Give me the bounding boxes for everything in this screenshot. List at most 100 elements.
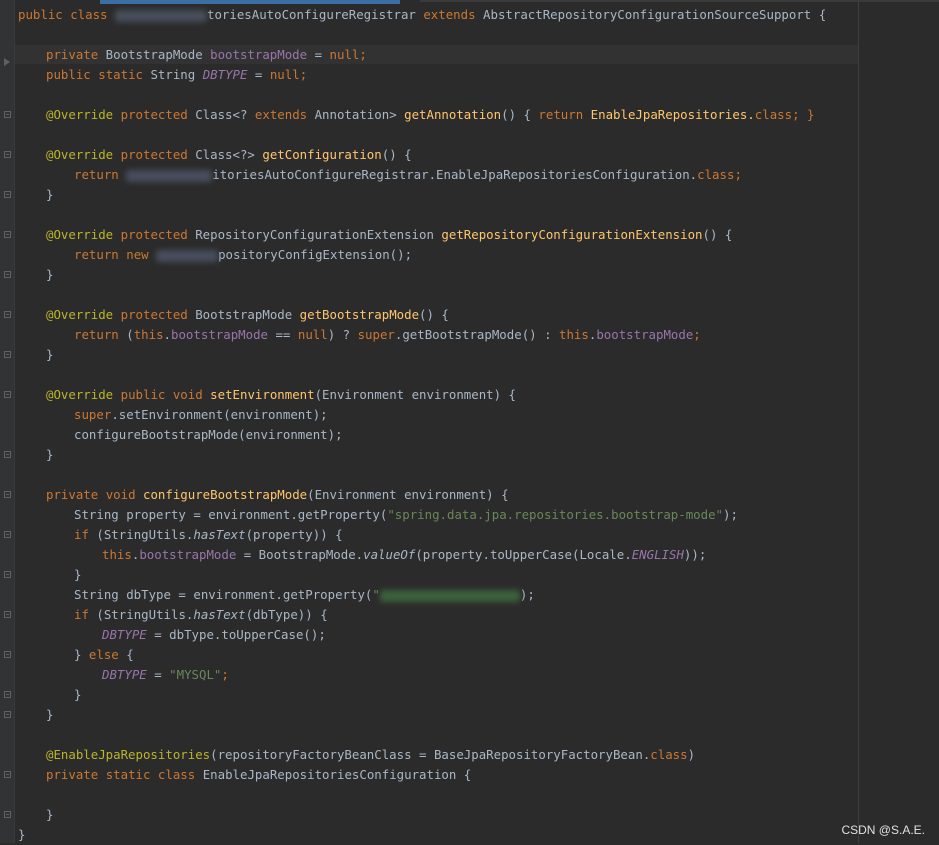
code-line[interactable] — [18, 785, 939, 805]
code-line[interactable]: @Override protected BootstrapMode getBoo… — [18, 305, 939, 325]
code-line[interactable]: if (StringUtils.hasText(dbType)) { — [18, 605, 939, 625]
code-line[interactable]: } else { — [18, 645, 939, 665]
class-name: toriesAutoConfigureRegistrar — [207, 7, 416, 22]
code-line[interactable]: this.bootstrapMode = BootstrapMode.value… — [18, 545, 939, 565]
expression: .getBootstrapMode() : — [394, 327, 552, 342]
keyword: class — [650, 747, 688, 762]
fold-marker-icon[interactable] — [4, 711, 11, 718]
code-line[interactable]: if (StringUtils.hasText(property)) { — [18, 525, 939, 545]
code-line[interactable]: } — [18, 805, 939, 825]
static-field: DBTYPE — [202, 67, 248, 82]
annotation: @EnableJpaRepositories — [46, 747, 211, 762]
method-name: getConfiguration — [262, 147, 382, 162]
fold-marker-icon[interactable] — [4, 571, 11, 578]
code-line[interactable] — [18, 465, 939, 485]
code-line[interactable]: } — [18, 445, 939, 465]
code-line[interactable] — [18, 205, 939, 225]
code-line[interactable]: @Override protected Class<?> getConfigur… — [18, 145, 939, 165]
code-editor[interactable]: public class toriesAutoConfigureRegistra… — [18, 5, 939, 845]
keyword: private — [46, 47, 99, 62]
code-line[interactable]: super.setEnvironment(environment); — [18, 405, 939, 425]
type: RepositoryConfigurationExtension — [195, 227, 434, 242]
code-line[interactable]: DBTYPE = dbType.toUpperCase(); — [18, 625, 939, 645]
fold-marker-icon[interactable] — [4, 691, 11, 698]
expression: .setEnvironment(environment); — [111, 407, 328, 422]
code-line[interactable]: public class toriesAutoConfigureRegistra… — [18, 5, 939, 25]
keyword: extends — [423, 7, 476, 22]
code-line[interactable]: configureBootstrapMode(environment); — [18, 425, 939, 445]
code-line[interactable]: } — [18, 565, 939, 585]
fold-marker-icon[interactable] — [4, 811, 11, 818]
expression: (property)) { — [245, 527, 343, 542]
watermark: CSDN @S.A.E. — [841, 823, 925, 837]
fold-marker-icon[interactable] — [4, 231, 11, 238]
code-line[interactable]: } — [18, 265, 939, 285]
code-line[interactable] — [18, 125, 939, 145]
method-name: getBootstrapMode — [299, 307, 420, 322]
method-name: setEnvironment — [210, 387, 315, 402]
punct: () { — [501, 107, 531, 122]
method-name: getAnnotation — [404, 107, 502, 122]
code-line[interactable]: @Override public void setEnvironment(Env… — [18, 385, 939, 405]
static-method: hasText — [193, 607, 246, 622]
brace: } — [46, 447, 54, 462]
brace: } — [74, 567, 82, 582]
code-line[interactable]: private BootstrapMode bootstrapMode = nu… — [18, 45, 939, 65]
fold-marker-icon[interactable] — [4, 191, 11, 198]
expression: = BaseJpaRepositoryFactoryBean. — [411, 747, 651, 762]
code-line[interactable] — [18, 365, 939, 385]
brace: } — [74, 647, 89, 662]
code-line[interactable]: return new positoryConfigExtension(); — [18, 245, 939, 265]
fold-marker-icon[interactable] — [4, 531, 11, 538]
fold-marker-icon[interactable] — [4, 151, 11, 158]
active-tab-indicator[interactable] — [100, 0, 400, 4]
code-line[interactable]: String dbType = environment.getProperty(… — [18, 585, 939, 605]
fold-marker-icon[interactable] — [4, 111, 11, 118]
fold-marker-icon[interactable] — [4, 451, 11, 458]
fold-marker-icon[interactable] — [4, 391, 11, 398]
code-line[interactable]: } — [18, 705, 939, 725]
keyword: else — [88, 647, 119, 662]
code-line[interactable]: } — [18, 685, 939, 705]
code-line[interactable]: @EnableJpaRepositories(repositoryFactory… — [18, 745, 939, 765]
code-line[interactable]: private void configureBootstrapMode(Envi… — [18, 485, 939, 505]
keyword: this — [559, 327, 589, 342]
params: (Environment environment) { — [307, 487, 509, 502]
code-line[interactable] — [18, 285, 939, 305]
fold-marker-icon[interactable] — [4, 271, 11, 278]
fold-marker-icon[interactable] — [4, 771, 11, 778]
fold-marker-icon[interactable] — [4, 611, 11, 618]
tab-strip-rest — [420, 0, 939, 2]
code-line[interactable]: return itoriesAutoConfigureRegistrar.Ena… — [18, 165, 939, 185]
code-line[interactable] — [18, 725, 939, 745]
code-line[interactable]: public static String DBTYPE = null; — [18, 65, 939, 85]
code-line[interactable]: @Override protected RepositoryConfigurat… — [18, 225, 939, 245]
keyword: super — [357, 327, 395, 342]
fold-marker-icon[interactable] — [4, 651, 11, 658]
code-line[interactable]: DBTYPE = "MYSQL"; — [18, 665, 939, 685]
code-line[interactable]: String property = environment.getPropert… — [18, 505, 939, 525]
fold-marker-icon[interactable] — [4, 351, 11, 358]
code-line[interactable] — [18, 25, 939, 45]
code-line[interactable]: private static class EnableJpaRepositori… — [18, 765, 939, 785]
code-line[interactable]: } — [18, 185, 939, 205]
static-field: DBTYPE — [102, 667, 147, 682]
field-name: bootstrapMode — [171, 327, 268, 342]
keyword: public — [120, 387, 166, 402]
code-line[interactable]: } — [18, 825, 939, 845]
fold-marker-icon[interactable] — [4, 311, 11, 318]
punct: ; } — [792, 107, 815, 122]
code-line[interactable]: @Override protected Class<? extends Anno… — [18, 105, 939, 125]
code-line[interactable]: } — [18, 345, 939, 365]
code-line[interactable]: return (this.bootstrapMode == null) ? su… — [18, 325, 939, 345]
type: Annotation> — [314, 107, 397, 122]
keyword: void — [172, 387, 203, 402]
keyword: new — [126, 247, 149, 262]
code-line[interactable] — [18, 85, 939, 105]
type: Class<?> — [195, 147, 255, 162]
expression: itoriesAutoConfigureRegistrar.EnableJpaR… — [212, 167, 698, 182]
fold-marker-icon[interactable] — [4, 491, 11, 498]
gutter-expand-arrow-icon[interactable] — [4, 58, 10, 66]
keyword: return — [538, 107, 584, 122]
annotation: @Override — [46, 307, 114, 322]
